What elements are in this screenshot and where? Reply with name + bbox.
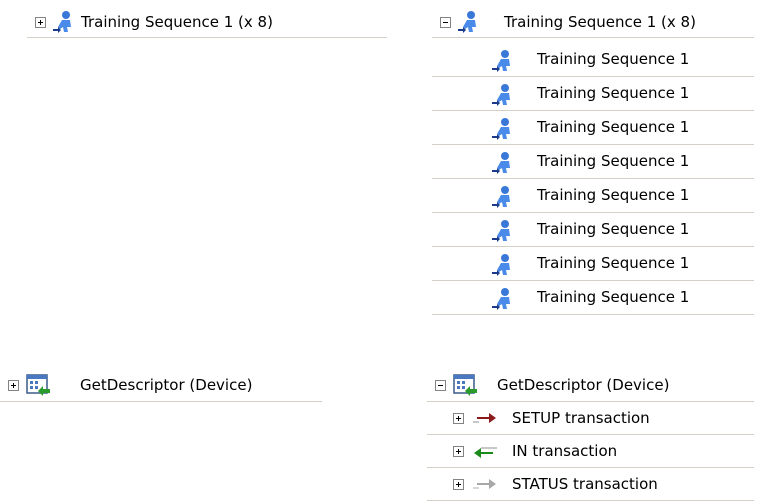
collapsed-training-sequence-row[interactable]: Training Sequence 1 (x 8) — [27, 6, 387, 38]
collapsed-get-descriptor-row[interactable]: GetDescriptor (Device) — [0, 368, 322, 402]
left-top-panel: Training Sequence 1 (x 8) — [27, 0, 387, 320]
person-icon — [492, 84, 510, 106]
expand-icon[interactable] — [35, 17, 46, 28]
training-sequence-child-row[interactable]: Training Sequence 1 — [432, 281, 754, 315]
collapse-icon[interactable] — [435, 380, 446, 391]
training-sequence-child-label: Training Sequence 1 — [537, 50, 690, 68]
person-icon — [492, 220, 510, 242]
left-bottom-panel: GetDescriptor (Device) — [0, 360, 322, 502]
person-icon — [492, 254, 510, 276]
right-top-panel: Training Sequence 1 (x 8) Training Seque… — [432, 0, 754, 320]
training-sequence-child-row[interactable]: Training Sequence 1 — [432, 111, 754, 145]
descriptor-window-icon — [453, 374, 477, 396]
setup-transaction-label: SETUP transaction — [512, 409, 650, 427]
training-sequence-child-label: Training Sequence 1 — [537, 288, 690, 306]
expanded-training-sequence-row[interactable]: Training Sequence 1 (x 8) — [432, 6, 754, 38]
person-icon — [458, 11, 476, 33]
in-transaction-label: IN transaction — [512, 442, 618, 460]
expand-icon[interactable] — [453, 479, 464, 490]
status-transaction-row[interactable]: STATUS transaction — [427, 468, 754, 501]
training-sequence-child-row[interactable]: Training Sequence 1 — [432, 247, 754, 281]
training-sequence-child-label: Training Sequence 1 — [537, 84, 690, 102]
in-transaction-row[interactable]: IN transaction — [427, 435, 754, 468]
expand-icon[interactable] — [453, 413, 464, 424]
expand-icon[interactable] — [8, 380, 19, 391]
get-descriptor-label: GetDescriptor (Device) — [80, 376, 253, 394]
arrow-left-icon — [474, 447, 497, 458]
collapse-icon[interactable] — [440, 17, 451, 28]
training-sequence-child-row[interactable]: Training Sequence 1 — [432, 77, 754, 111]
training-sequence-child-row[interactable]: Training Sequence 1 — [432, 213, 754, 247]
training-sequence-child-row[interactable]: Training Sequence 1 — [432, 179, 754, 213]
person-icon — [492, 288, 510, 310]
arrow-right-gray-icon — [473, 479, 496, 489]
training-sequence-child-label: Training Sequence 1 — [537, 152, 690, 170]
training-sequence-child-label: Training Sequence 1 — [537, 220, 690, 238]
training-sequence-child-row[interactable]: Training Sequence 1 — [432, 43, 754, 77]
person-icon — [53, 11, 71, 33]
training-sequence-child-label: Training Sequence 1 — [537, 254, 690, 272]
get-descriptor-label: GetDescriptor (Device) — [497, 376, 670, 394]
person-icon — [492, 152, 510, 174]
training-sequence-child-label: Training Sequence 1 — [537, 118, 690, 136]
person-icon — [492, 186, 510, 208]
right-bottom-panel: GetDescriptor (Device) SETUP transaction… — [427, 360, 754, 502]
expanded-get-descriptor-row[interactable]: GetDescriptor (Device) — [427, 368, 754, 402]
training-sequence-label: Training Sequence 1 (x 8) — [81, 13, 273, 31]
setup-transaction-row[interactable]: SETUP transaction — [427, 402, 754, 435]
arrow-right-icon — [473, 413, 496, 423]
status-transaction-label: STATUS transaction — [512, 475, 658, 493]
expand-icon[interactable] — [453, 446, 464, 457]
descriptor-window-icon — [26, 374, 50, 396]
training-sequence-child-row[interactable]: Training Sequence 1 — [432, 145, 754, 179]
person-icon — [492, 50, 510, 72]
training-sequence-child-label: Training Sequence 1 — [537, 186, 690, 204]
training-sequence-label: Training Sequence 1 (x 8) — [504, 13, 696, 31]
person-icon — [492, 118, 510, 140]
